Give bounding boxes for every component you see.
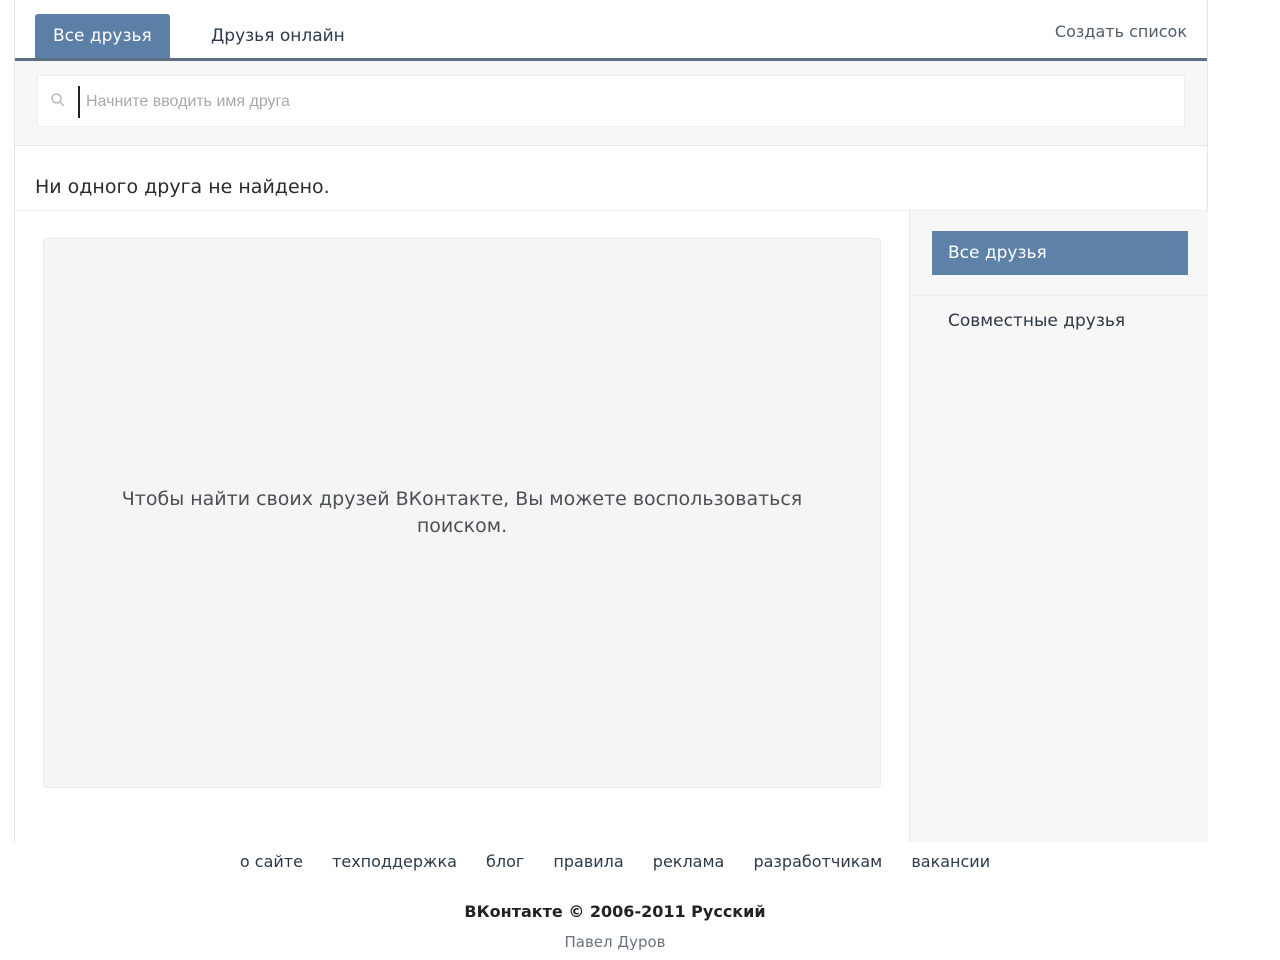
search-icon bbox=[51, 93, 65, 107]
create-list-link[interactable]: Создать список bbox=[1055, 22, 1187, 41]
footer-link-blog[interactable]: блог bbox=[486, 852, 524, 871]
search-input[interactable] bbox=[78, 86, 1178, 118]
sidebar-item-mutual-friends[interactable]: Совместные друзья bbox=[932, 299, 1188, 343]
footer-links: о сайте техподдержка блог правила реклам… bbox=[0, 852, 1230, 871]
footer-link-rules[interactable]: правила bbox=[553, 852, 623, 871]
sidebar-item-all-friends[interactable]: Все друзья bbox=[932, 231, 1188, 275]
sidebar-divider bbox=[910, 295, 1208, 296]
search-box bbox=[37, 75, 1185, 127]
tab-friends-online[interactable]: Друзья онлайн bbox=[193, 14, 363, 58]
search-bar bbox=[15, 61, 1207, 146]
friends-panel: Все друзья Друзья онлайн Создать список … bbox=[14, 0, 1208, 842]
footer-author-link[interactable]: Павел Дуров bbox=[0, 933, 1230, 951]
footer-copyright: ВКонтакте © 2006-2011 Русский bbox=[464, 902, 766, 921]
footer-link-developers[interactable]: разработчикам bbox=[753, 852, 882, 871]
not-found-message: Ни одного друга не найдено. bbox=[35, 176, 330, 198]
empty-state-box: Чтобы найти своих друзей ВКонтакте, Вы м… bbox=[43, 238, 881, 788]
sidebar: Все друзья Совместные друзья bbox=[909, 211, 1208, 842]
tab-all-friends[interactable]: Все друзья bbox=[35, 14, 170, 58]
empty-state-text: Чтобы найти своих друзей ВКонтакте, Вы м… bbox=[121, 488, 803, 537]
footer-link-about[interactable]: о сайте bbox=[240, 852, 303, 871]
tab-bar: Все друзья Друзья онлайн Создать список bbox=[15, 0, 1207, 61]
footer-link-support[interactable]: техподдержка bbox=[332, 852, 457, 871]
page: Все друзья Друзья онлайн Создать список … bbox=[0, 0, 1280, 960]
footer-link-ads[interactable]: реклама bbox=[653, 852, 725, 871]
footer-link-jobs[interactable]: вакансии bbox=[911, 852, 990, 871]
